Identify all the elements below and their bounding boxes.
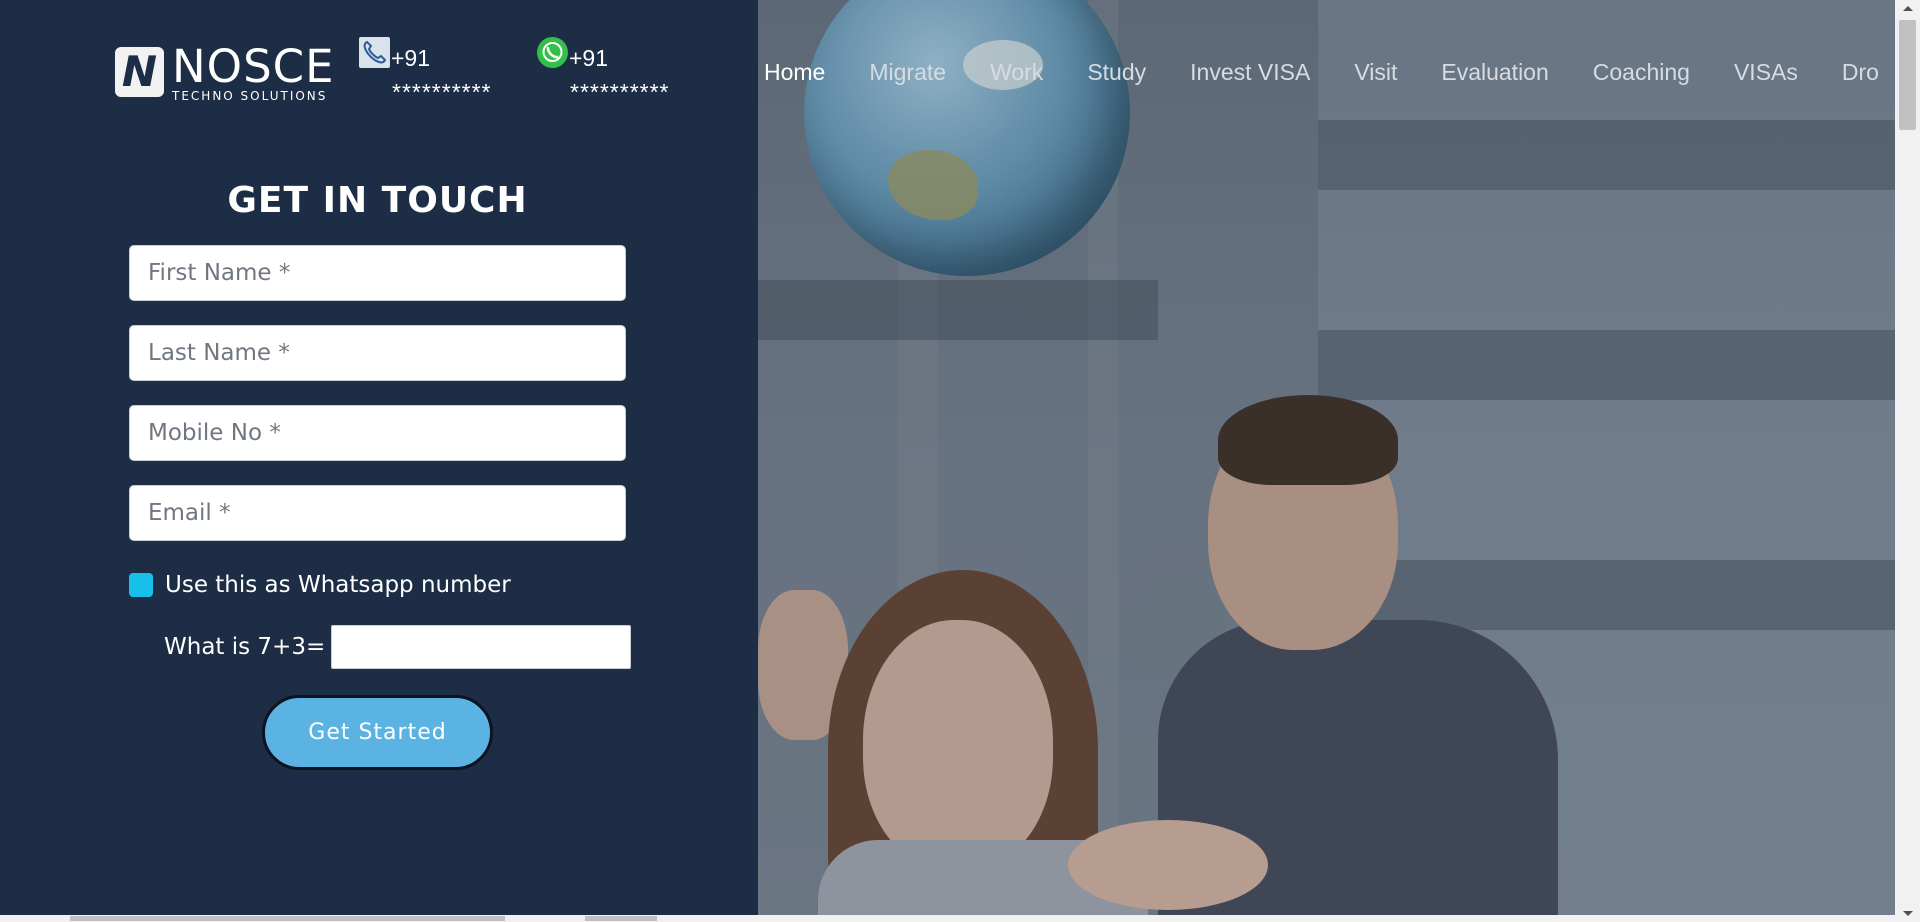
captcha: What is 7+3=: [164, 625, 632, 669]
phone-number: **********: [392, 79, 492, 105]
brand-name: NOSCE: [172, 40, 335, 93]
hero-image: [758, 0, 1895, 922]
nav-item-visas[interactable]: VISAs: [1734, 59, 1798, 86]
whatsapp-checkbox[interactable]: [129, 573, 153, 597]
nav-item-coaching[interactable]: Coaching: [1593, 59, 1690, 86]
last-name-input[interactable]: [129, 325, 626, 381]
brand-subtitle: TECHNO SOLUTIONS: [172, 89, 328, 103]
nav-item-evaluation[interactable]: Evaluation: [1441, 59, 1548, 86]
nav-item-invest-visa[interactable]: Invest VISA: [1190, 59, 1310, 86]
phone-icon: [359, 37, 390, 68]
whatsapp-number: **********: [570, 79, 670, 105]
email-input[interactable]: [129, 485, 626, 541]
captcha-input[interactable]: [331, 625, 632, 669]
whatsapp-option: Use this as Whatsapp number: [129, 572, 511, 598]
scroll-thumb[interactable]: [1899, 20, 1916, 130]
nav-item-work[interactable]: Work: [990, 59, 1043, 86]
mobile-input[interactable]: [129, 405, 626, 461]
scroll-down-icon[interactable]: [1895, 905, 1920, 922]
form-title: GET IN TOUCH: [227, 180, 528, 221]
hscroll-thumb[interactable]: [70, 916, 505, 921]
nav-item-study[interactable]: Study: [1087, 59, 1146, 86]
hscroll-thumb-secondary[interactable]: [585, 916, 657, 921]
left-panel: [0, 0, 758, 922]
get-started-button[interactable]: Get Started: [262, 695, 493, 770]
nav-item-dro[interactable]: Dro: [1842, 59, 1879, 86]
nav-item-migrate[interactable]: Migrate: [869, 59, 946, 86]
logo-mark: N: [115, 47, 164, 97]
whatsapp-contact[interactable]: +91 **********: [537, 37, 707, 107]
brand-logo[interactable]: N NOSCE TECHNO SOLUTIONS: [115, 40, 335, 103]
scroll-up-icon[interactable]: [1895, 0, 1920, 17]
phone-contact[interactable]: +91 **********: [359, 37, 529, 107]
horizontal-scrollbar[interactable]: [0, 915, 1895, 922]
whatsapp-checkbox-label[interactable]: Use this as Whatsapp number: [165, 572, 511, 598]
nav-item-home[interactable]: Home: [764, 59, 825, 86]
nav-item-visit[interactable]: Visit: [1354, 59, 1397, 86]
vertical-scrollbar[interactable]: [1895, 0, 1920, 922]
whatsapp-icon: [537, 37, 568, 68]
phone-code: +91: [391, 45, 431, 71]
first-name-input[interactable]: [129, 245, 626, 301]
main-nav: Home Migrate Work Study Invest VISA Visi…: [764, 59, 1895, 86]
captcha-label: What is 7+3=: [164, 634, 326, 660]
main-nav-container: Home Migrate Work Study Invest VISA Visi…: [764, 40, 1895, 100]
whatsapp-code: +91: [569, 45, 609, 71]
